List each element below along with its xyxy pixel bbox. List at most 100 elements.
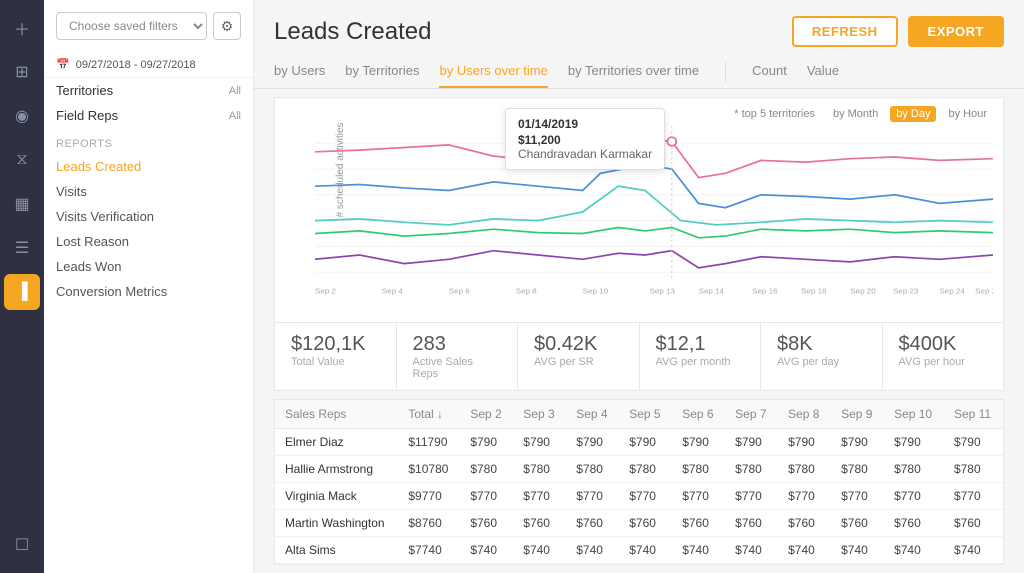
stat-label-3: AVG per month: [656, 356, 745, 368]
svg-text:Sep 26: Sep 26: [975, 287, 993, 296]
stat-value-3: $12,1: [656, 333, 745, 356]
stat-label-0: Total Value: [291, 356, 380, 368]
plus-icon[interactable]: ＋: [4, 10, 40, 46]
saved-filters-select[interactable]: Choose saved filters: [56, 12, 207, 40]
tooltip-name: Chandravadan Karmakar: [518, 147, 652, 161]
tab-by-territories[interactable]: by Territories: [345, 55, 419, 88]
filter-bar: Choose saved filters ⚙: [44, 12, 253, 52]
table-header-row: Sales Reps Total ↓ Sep 2 Sep 3 Sep 4 Sep…: [275, 400, 1003, 429]
col-sep3[interactable]: Sep 3: [513, 400, 566, 429]
refresh-button[interactable]: REFRESH: [792, 16, 898, 47]
col-sep8[interactable]: Sep 8: [778, 400, 831, 429]
table-row[interactable]: Alta Sims$7740$740$740$740$740$740$740$7…: [275, 537, 1003, 564]
chat-icon[interactable]: ☐: [4, 527, 40, 563]
report-conversion-metrics[interactable]: Conversion Metrics: [44, 279, 253, 304]
cell-1-9: $780: [831, 456, 884, 483]
page-title: Leads Created: [274, 18, 431, 46]
tab-by-users[interactable]: by Users: [274, 55, 325, 88]
col-sep10[interactable]: Sep 10: [884, 400, 944, 429]
col-total[interactable]: Total ↓: [398, 400, 460, 429]
svg-text:Sep 18: Sep 18: [801, 287, 827, 296]
cell-1-11: $780: [944, 456, 1003, 483]
sidebar-fieldreps-row[interactable]: Field Reps All: [44, 103, 253, 128]
report-leads-won[interactable]: Leads Won: [44, 254, 253, 279]
cell-4-1: $7740: [398, 537, 460, 564]
document-icon[interactable]: ☰: [4, 230, 40, 266]
table-row[interactable]: Martin Washington$8760$760$760$760$760$7…: [275, 510, 1003, 537]
data-table: Sales Reps Total ↓ Sep 2 Sep 3 Sep 4 Sep…: [274, 399, 1004, 565]
svg-text:Sep 14: Sep 14: [699, 287, 725, 296]
report-lost-reason[interactable]: Lost Reason: [44, 229, 253, 254]
cell-1-10: $780: [884, 456, 944, 483]
by-day-option[interactable]: by Day: [890, 106, 936, 122]
col-sep11[interactable]: Sep 11: [944, 400, 1003, 429]
stat-value-2: $0.42K: [534, 333, 623, 356]
tab-by-territories-over-time[interactable]: by Territories over time: [568, 55, 699, 88]
cell-4-11: $740: [944, 537, 1003, 564]
svg-text:Sep 6: Sep 6: [449, 287, 471, 296]
gear-button[interactable]: ⚙: [213, 12, 241, 40]
report-leads-created[interactable]: Leads Created: [44, 154, 253, 179]
cell-1-7: $780: [725, 456, 778, 483]
fieldreps-label: Field Reps: [56, 108, 118, 123]
col-sales-reps[interactable]: Sales Reps: [275, 400, 398, 429]
cell-0-4: $790: [566, 429, 619, 456]
col-sep5[interactable]: Sep 5: [619, 400, 672, 429]
cell-2-0: Virginia Mack: [275, 483, 398, 510]
table-row[interactable]: Virginia Mack$9770$770$770$770$770$770$7…: [275, 483, 1003, 510]
cell-4-8: $740: [778, 537, 831, 564]
cell-2-4: $770: [566, 483, 619, 510]
cell-4-6: $740: [672, 537, 725, 564]
col-sep6[interactable]: Sep 6: [672, 400, 725, 429]
stat-value-4: $8K: [777, 333, 866, 356]
stat-active-reps: 283 Active Sales Reps: [397, 323, 519, 390]
col-sep2[interactable]: Sep 2: [460, 400, 513, 429]
cell-2-5: $770: [619, 483, 672, 510]
col-sep9[interactable]: Sep 9: [831, 400, 884, 429]
cell-0-5: $790: [619, 429, 672, 456]
reports-section-label: REPORTS: [44, 128, 253, 154]
cell-0-1: $11790: [398, 429, 460, 456]
cell-3-2: $760: [460, 510, 513, 537]
chart-icon[interactable]: ▐: [4, 274, 40, 310]
svg-text:Sep 10: Sep 10: [583, 287, 609, 296]
filter-icon[interactable]: ⧖: [4, 142, 40, 178]
cell-3-6: $760: [672, 510, 725, 537]
cell-2-6: $770: [672, 483, 725, 510]
main-content: Leads Created REFRESH EXPORT by Users by…: [254, 0, 1024, 573]
report-visits[interactable]: Visits: [44, 179, 253, 204]
cell-0-10: $790: [884, 429, 944, 456]
cell-4-4: $740: [566, 537, 619, 564]
tooltip-date: 01/14/2019: [518, 117, 652, 131]
territories-label: Territories: [56, 83, 113, 98]
table-row[interactable]: Hallie Armstrong$10780$780$780$780$780$7…: [275, 456, 1003, 483]
cell-1-5: $780: [619, 456, 672, 483]
cell-0-7: $790: [725, 429, 778, 456]
svg-text:Sep 8: Sep 8: [516, 287, 538, 296]
svg-text:Sep 20: Sep 20: [850, 287, 876, 296]
cell-2-8: $770: [778, 483, 831, 510]
stat-total-value: $120,1K Total Value: [275, 323, 397, 390]
col-sep7[interactable]: Sep 7: [725, 400, 778, 429]
location-icon[interactable]: ◉: [4, 98, 40, 134]
report-visits-verification[interactable]: Visits Verification: [44, 204, 253, 229]
by-hour-option[interactable]: by Hour: [942, 106, 993, 122]
stat-value-5: $400K: [899, 333, 988, 356]
tab-value[interactable]: Value: [807, 55, 839, 88]
cell-3-0: Martin Washington: [275, 510, 398, 537]
by-month-option[interactable]: by Month: [827, 106, 884, 122]
cell-0-11: $790: [944, 429, 1003, 456]
tab-count[interactable]: Count: [752, 55, 787, 88]
sidebar-territories-row[interactable]: Territories All: [44, 78, 253, 103]
calendar-icon[interactable]: ▦: [4, 186, 40, 222]
tooltip-value: $11,200: [518, 133, 652, 147]
tab-by-users-over-time[interactable]: by Users over time: [439, 55, 547, 88]
cell-1-8: $780: [778, 456, 831, 483]
table-row[interactable]: Elmer Diaz$11790$790$790$790$790$790$790…: [275, 429, 1003, 456]
col-sep4[interactable]: Sep 4: [566, 400, 619, 429]
tab-divider: [725, 62, 726, 82]
stat-label-4: AVG per day: [777, 356, 866, 368]
export-button[interactable]: EXPORT: [908, 16, 1004, 47]
grid-icon[interactable]: ⊞: [4, 54, 40, 90]
svg-text:Sep 4: Sep 4: [382, 287, 404, 296]
